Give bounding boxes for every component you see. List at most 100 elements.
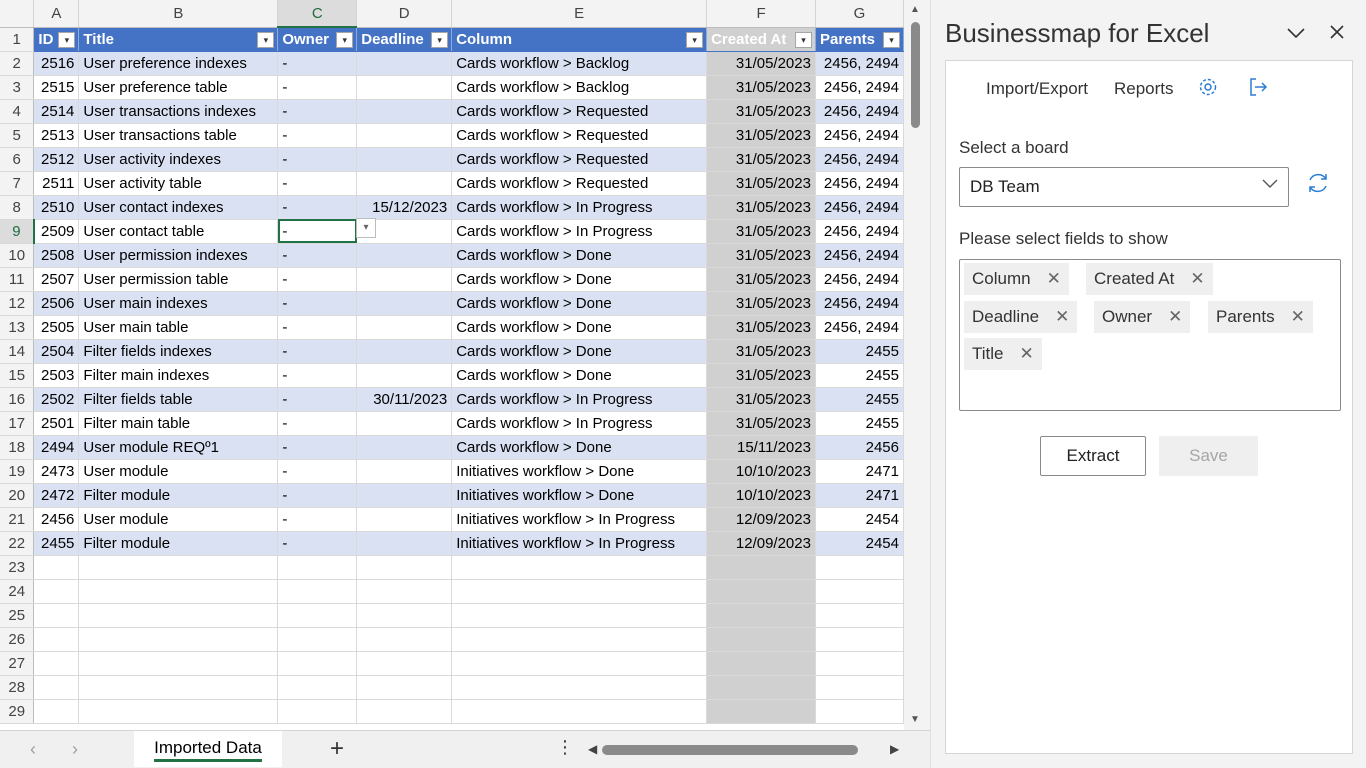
scroll-left-icon[interactable]: ◀ <box>588 742 597 756</box>
row-number[interactable]: 27 <box>0 651 35 676</box>
table-cell[interactable]: 2456, 2494 <box>815 291 904 316</box>
close-icon[interactable]: ✕ <box>1291 307 1305 326</box>
extract-button[interactable]: Extract <box>1040 436 1146 476</box>
table-cell[interactable] <box>356 243 453 268</box>
table-header-cell[interactable]: Owner ▾ <box>277 27 358 52</box>
table-cell[interactable]: 2513 <box>33 123 80 148</box>
table-cell[interactable] <box>451 579 708 604</box>
row-number[interactable]: 1 <box>0 27 35 52</box>
table-cell[interactable]: 15/11/2023 <box>706 435 816 460</box>
table-cell[interactable]: Cards workflow > Done <box>451 291 708 316</box>
table-cell[interactable]: - <box>277 171 358 196</box>
table-cell[interactable]: 2515 <box>33 75 80 100</box>
table-cell[interactable] <box>78 627 279 652</box>
table-cell[interactable]: - <box>277 507 358 532</box>
close-icon[interactable] <box>1329 20 1345 46</box>
table-cell[interactable] <box>78 579 279 604</box>
table-cell[interactable] <box>356 123 453 148</box>
table-cell[interactable] <box>706 651 816 676</box>
table-cell[interactable]: User activity table <box>78 171 279 196</box>
save-button[interactable]: Save <box>1159 436 1258 476</box>
table-cell[interactable]: 12/09/2023 <box>706 507 816 532</box>
nav-reports[interactable]: Reports <box>1114 79 1174 99</box>
table-cell[interactable]: Cards workflow > Requested <box>451 147 708 172</box>
table-cell[interactable]: 2512 <box>33 147 80 172</box>
table-cell[interactable]: 31/05/2023 <box>706 195 816 220</box>
table-cell[interactable]: Cards workflow > Backlog <box>451 75 708 100</box>
table-cell[interactable] <box>33 675 80 700</box>
table-cell[interactable]: Cards workflow > Done <box>451 339 708 364</box>
table-cell[interactable]: 10/10/2023 <box>706 459 816 484</box>
table-cell[interactable]: 2456, 2494 <box>815 219 904 244</box>
table-cell[interactable] <box>277 603 358 628</box>
table-cell[interactable]: - <box>277 123 358 148</box>
table-cell[interactable]: Initiatives workflow > In Progress <box>451 507 708 532</box>
table-cell[interactable] <box>706 579 816 604</box>
table-cell[interactable]: 2456, 2494 <box>815 147 904 172</box>
table-cell[interactable]: Cards workflow > In Progress <box>451 387 708 412</box>
table-cell[interactable]: - <box>277 483 358 508</box>
row-number[interactable]: 7 <box>0 171 35 196</box>
table-cell[interactable]: - <box>277 387 358 412</box>
prev-sheet-icon[interactable]: ‹ <box>30 739 36 760</box>
table-cell[interactable] <box>356 291 453 316</box>
table-cell[interactable]: 2455 <box>33 531 80 556</box>
table-cell[interactable] <box>451 699 708 724</box>
table-cell[interactable] <box>815 555 904 580</box>
chevron-down-icon[interactable] <box>1287 22 1305 45</box>
scroll-right-icon[interactable]: ▶ <box>890 742 899 756</box>
row-number[interactable]: 10 <box>0 243 35 268</box>
table-cell[interactable]: - <box>277 291 358 316</box>
table-cell[interactable]: 31/05/2023 <box>706 267 816 292</box>
table-cell[interactable] <box>356 99 453 124</box>
table-cell[interactable]: 2455 <box>815 363 904 388</box>
table-cell[interactable]: 2454 <box>815 507 904 532</box>
table-cell[interactable] <box>78 651 279 676</box>
table-cell[interactable]: Cards workflow > Done <box>451 435 708 460</box>
row-number[interactable]: 28 <box>0 675 35 700</box>
sheet-tab-imported-data[interactable]: Imported Data <box>134 731 282 767</box>
fields-multiselect[interactable]: Column ✕ Created At ✕ Deadline ✕ Owner ✕ Par… <box>959 259 1341 411</box>
row-number[interactable]: 16 <box>0 387 35 412</box>
column-header[interactable]: D <box>356 0 453 28</box>
table-cell[interactable]: - <box>277 339 358 364</box>
row-number[interactable]: 26 <box>0 627 35 652</box>
table-cell[interactable]: User module <box>78 507 279 532</box>
table-cell[interactable]: - <box>277 219 358 244</box>
table-cell[interactable] <box>277 555 358 580</box>
table-cell[interactable]: 31/05/2023 <box>706 243 816 268</box>
table-cell[interactable] <box>706 627 816 652</box>
table-cell[interactable] <box>277 675 358 700</box>
spreadsheet-grid[interactable]: A B C D E F G 1 ID ▾ Title ▾ Owner ▾ Deadline ▾ Column ▾ C… <box>0 0 904 730</box>
filter-dropdown-icon[interactable]: ▾ <box>336 32 354 48</box>
table-cell[interactable]: Cards workflow > Done <box>451 243 708 268</box>
table-cell[interactable] <box>356 411 453 436</box>
table-cell[interactable]: User main indexes <box>78 291 279 316</box>
table-cell[interactable]: Filter fields indexes <box>78 339 279 364</box>
table-cell[interactable]: 31/05/2023 <box>706 51 816 76</box>
table-cell[interactable]: - <box>277 411 358 436</box>
filter-dropdown-icon[interactable]: ▾ <box>431 31 449 48</box>
table-cell[interactable]: 2502 <box>33 387 80 412</box>
table-cell[interactable]: 31/05/2023 <box>706 171 816 196</box>
table-cell[interactable]: 2456 <box>815 435 904 460</box>
table-cell[interactable]: 2514 <box>33 99 80 124</box>
table-cell[interactable]: 2456, 2494 <box>815 75 904 100</box>
scroll-up-icon[interactable]: ▲ <box>910 4 920 15</box>
table-cell[interactable]: 2456, 2494 <box>815 243 904 268</box>
table-cell[interactable]: Filter module <box>78 483 279 508</box>
table-cell[interactable]: User preference indexes <box>78 51 279 76</box>
table-cell[interactable]: 2511 <box>33 171 80 196</box>
table-cell[interactable]: User contact table <box>78 219 279 244</box>
table-cell[interactable]: 2472 <box>33 483 80 508</box>
table-cell[interactable]: User transactions table <box>78 123 279 148</box>
row-number[interactable]: 8 <box>0 195 35 220</box>
table-cell[interactable]: Cards workflow > In Progress <box>451 219 708 244</box>
table-cell[interactable]: 30/11/2023 <box>356 387 453 412</box>
table-cell[interactable]: User permission table <box>78 267 279 292</box>
table-cell[interactable] <box>356 267 453 292</box>
row-number[interactable]: 13 <box>0 315 35 340</box>
table-cell[interactable]: 2504 <box>33 339 80 364</box>
table-cell[interactable]: 12/09/2023 <box>706 531 816 556</box>
row-number[interactable]: 4 <box>0 99 35 124</box>
